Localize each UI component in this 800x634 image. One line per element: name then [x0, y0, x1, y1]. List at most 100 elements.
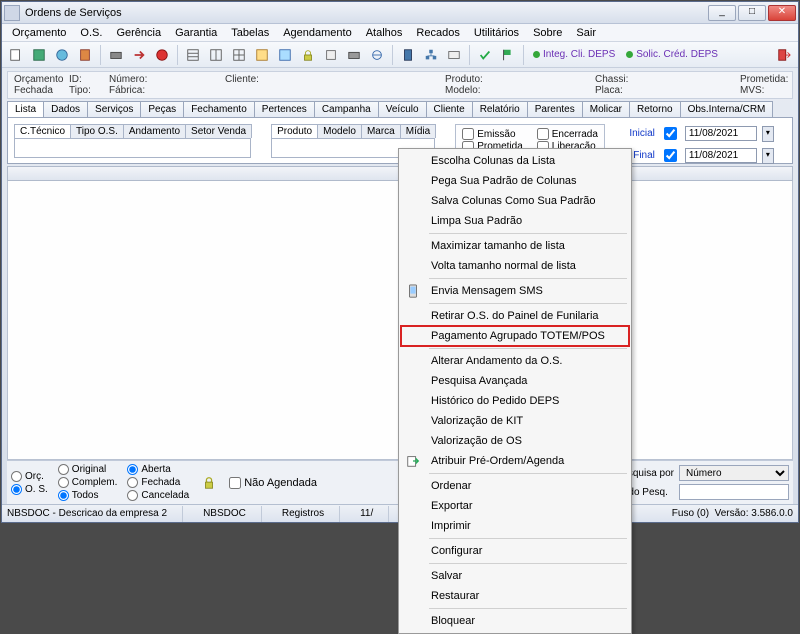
subtab-andamento[interactable]: Andamento: [123, 124, 186, 138]
minimize-button[interactable]: _: [708, 5, 736, 21]
tab-obsinternacrm[interactable]: Obs.Interna/CRM: [680, 101, 774, 117]
ctx-bloquear[interactable]: Bloquear: [401, 611, 629, 631]
maximize-button[interactable]: □: [738, 5, 766, 21]
ctx-pagamento-agrupado-totem-pos[interactable]: Pagamento Agrupado TOTEM/POS: [401, 326, 629, 346]
ctx-valoriza--o-de-os[interactable]: Valorização de OS: [401, 431, 629, 451]
menu-gerncia[interactable]: Gerência: [110, 26, 167, 40]
tool-card-icon[interactable]: [444, 45, 464, 65]
ctx-restaurar[interactable]: Restaurar: [401, 586, 629, 606]
select-pesquisa-por[interactable]: Número: [679, 465, 789, 481]
check-final[interactable]: [664, 149, 677, 162]
check-inicial[interactable]: [664, 127, 677, 140]
menu-tabelas[interactable]: Tabelas: [225, 26, 275, 40]
ctx-atribuir-pr--ordem-agenda[interactable]: Atribuir Pré-Ordem/Agenda: [401, 451, 629, 471]
tool-lock-icon[interactable]: [298, 45, 318, 65]
tool-grid3-icon[interactable]: [229, 45, 249, 65]
ctx-configurar[interactable]: Configurar: [401, 541, 629, 561]
tab-relatrio[interactable]: Relatório: [472, 101, 528, 117]
menu-atalhos[interactable]: Atalhos: [360, 26, 409, 40]
check-nao-agendada[interactable]: Não Agendada: [229, 477, 317, 489]
close-button[interactable]: ✕: [768, 5, 796, 21]
tool-book-icon[interactable]: [75, 45, 95, 65]
tool-globe-icon[interactable]: [52, 45, 72, 65]
date-final-dropdown-icon[interactable]: ▾: [762, 148, 774, 164]
lock-icon[interactable]: [199, 473, 219, 493]
tool-grid2-icon[interactable]: [206, 45, 226, 65]
ctx-maximizar-tamanho-de-lista[interactable]: Maximizar tamanho de lista: [401, 236, 629, 256]
ctx-pesquisa-avan-ada[interactable]: Pesquisa Avançada: [401, 371, 629, 391]
subtab-mdia[interactable]: Mídia: [400, 124, 436, 138]
subtab-ctcnico[interactable]: C.Técnico: [14, 124, 71, 138]
ctx-alterar-andamento-da-o-s-[interactable]: Alterar Andamento da O.S.: [401, 351, 629, 371]
tool-arrow-icon[interactable]: [129, 45, 149, 65]
integ-deps-link[interactable]: Integ. Cli. DEPS: [529, 49, 619, 60]
tab-pertences[interactable]: Pertences: [254, 101, 315, 117]
tab-cliente[interactable]: Cliente: [426, 101, 473, 117]
tab-veculo[interactable]: Veículo: [378, 101, 427, 117]
radio-orc[interactable]: Orç.: [11, 470, 48, 483]
subtab-produto[interactable]: Produto: [271, 124, 318, 138]
tool-save-icon[interactable]: [29, 45, 49, 65]
tool-exit-icon[interactable]: [774, 45, 794, 65]
ctx-exportar[interactable]: Exportar: [401, 496, 629, 516]
tool-user-icon[interactable]: [398, 45, 418, 65]
ctx-salva-colunas-como-sua-padr-o[interactable]: Salva Colunas Como Sua Padrão: [401, 191, 629, 211]
tool-check-icon[interactable]: [475, 45, 495, 65]
menu-os[interactable]: O.S.: [74, 26, 108, 40]
tab-fechamento[interactable]: Fechamento: [183, 101, 255, 117]
ctx-retirar-o-s--do-painel-de-funi[interactable]: Retirar O.S. do Painel de Funilaria: [401, 306, 629, 326]
radio-complem[interactable]: Complem.: [58, 476, 118, 489]
tab-peas[interactable]: Peças: [140, 101, 184, 117]
subtab-tipoos[interactable]: Tipo O.S.: [70, 124, 124, 138]
subtab-modelo[interactable]: Modelo: [317, 124, 362, 138]
tab-dados[interactable]: Dados: [43, 101, 88, 117]
ctx-envia-mensagem-sms[interactable]: Envia Mensagem SMS: [401, 281, 629, 301]
tab-lista[interactable]: Lista: [7, 101, 44, 117]
radio-aberta[interactable]: Aberta: [127, 463, 189, 476]
ctx-escolha-colunas-da-lista[interactable]: Escolha Colunas da Lista: [401, 151, 629, 171]
menu-agendamento[interactable]: Agendamento: [277, 26, 358, 40]
ctx-imprimir[interactable]: Imprimir: [401, 516, 629, 536]
date-inicial-input[interactable]: [685, 126, 757, 141]
tab-molicar[interactable]: Molicar: [582, 101, 630, 117]
tool-print-icon[interactable]: [106, 45, 126, 65]
tool-new-icon[interactable]: [6, 45, 26, 65]
ctx-volta-tamanho-normal-de-lista[interactable]: Volta tamanho normal de lista: [401, 256, 629, 276]
tab-campanha[interactable]: Campanha: [314, 101, 379, 117]
tool-print2-icon[interactable]: [344, 45, 364, 65]
subtab-setorvenda[interactable]: Setor Venda: [185, 124, 252, 138]
tool-grid4-icon[interactable]: [252, 45, 272, 65]
menu-utilitrios[interactable]: Utilitários: [468, 26, 525, 40]
tool-flag-icon[interactable]: [498, 45, 518, 65]
menu-sobre[interactable]: Sobre: [527, 26, 568, 40]
tab-servios[interactable]: Serviços: [87, 101, 141, 117]
menu-sair[interactable]: Sair: [570, 26, 602, 40]
subtab-marca[interactable]: Marca: [361, 124, 401, 138]
radio-cancelada[interactable]: Cancelada: [127, 489, 189, 502]
menu-recados[interactable]: Recados: [410, 26, 465, 40]
solic-deps-link[interactable]: Solic. Créd. DEPS: [622, 49, 722, 60]
check-emissao[interactable]: Emissão: [462, 128, 523, 141]
radio-os[interactable]: O. S.: [11, 483, 48, 496]
tool-grid5-icon[interactable]: [275, 45, 295, 65]
tool-net-icon[interactable]: [367, 45, 387, 65]
ctx-salvar[interactable]: Salvar: [401, 566, 629, 586]
tool-org-icon[interactable]: [421, 45, 441, 65]
date-inicial-dropdown-icon[interactable]: ▾: [762, 126, 774, 142]
ctx-hist-rico-do-pedido-deps[interactable]: Histórico do Pedido DEPS: [401, 391, 629, 411]
radio-todos[interactable]: Todos: [58, 489, 118, 502]
menu-garantia[interactable]: Garantia: [169, 26, 223, 40]
ctx-limpa-sua-padr-o[interactable]: Limpa Sua Padrão: [401, 211, 629, 231]
radio-fechada[interactable]: Fechada: [127, 476, 189, 489]
ctx-ordenar[interactable]: Ordenar: [401, 476, 629, 496]
check-encerrada[interactable]: Encerrada: [537, 128, 598, 141]
tool-pref-icon[interactable]: [321, 45, 341, 65]
date-final-input[interactable]: [685, 148, 757, 163]
tab-parentes[interactable]: Parentes: [527, 101, 583, 117]
menu-oramento[interactable]: Orçamento: [6, 26, 72, 40]
ctx-pega-sua-padr-o-de-colunas[interactable]: Pega Sua Padrão de Colunas: [401, 171, 629, 191]
tool-stop-icon[interactable]: [152, 45, 172, 65]
tab-retorno[interactable]: Retorno: [629, 101, 681, 117]
ctx-valoriza--o-de-kit[interactable]: Valorização de KIT: [401, 411, 629, 431]
radio-original[interactable]: Original: [58, 463, 118, 476]
